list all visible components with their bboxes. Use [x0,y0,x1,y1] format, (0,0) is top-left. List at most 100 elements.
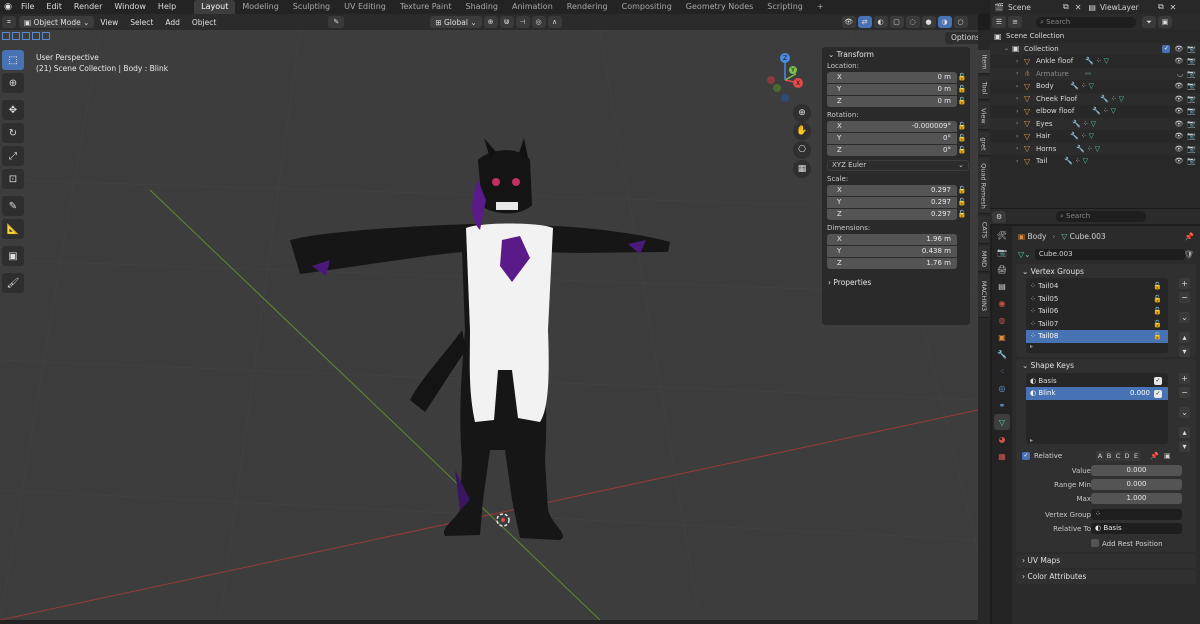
eye-icon[interactable]: 👁 [1174,157,1183,165]
visibility-toggles[interactable]: 👁 📷 [1174,120,1196,128]
list-item[interactable]: ◐ Blink 0.000 ✓ [1026,387,1168,400]
scale-tool-icon[interactable]: ⤢ [2,146,24,166]
outliner-row-scene-collection[interactable]: ▣ Scene Collection [990,30,1200,43]
viewport-menu-object[interactable]: Object [186,18,222,27]
list-item[interactable]: ⁘ Tail06 🔓 [1026,305,1168,318]
menu-edit[interactable]: Edit [40,0,68,14]
eye-icon[interactable]: 👁 [1174,145,1183,153]
lock-icon[interactable]: 🔓 [957,121,967,132]
output-tab-icon[interactable]: 🖨 [994,261,1010,277]
move-up-icon[interactable]: ▴ [1179,332,1190,343]
dimensions-x-field[interactable]: X 1.96 m [827,234,957,245]
scale-y-field[interactable]: Y 0.297 🔓 [827,197,966,208]
brush-tool-icon[interactable]: 🖌 [2,273,24,293]
checkbox-icon[interactable]: ✓ [1154,389,1162,398]
viewport-menu-select[interactable]: Select [124,18,159,27]
select-mode-extend-icon[interactable] [12,32,20,40]
outliner-row-hair[interactable]: › ▽ Hair 🔧 ⁘ ▽ 👁 📷 [990,130,1200,143]
properties-header[interactable]: › Properties [822,275,970,289]
letter-button[interactable]: D [1123,450,1131,461]
rotation-z-field[interactable]: Z 0° 🔓 [827,145,966,156]
workspace-tab-modeling[interactable]: Modeling [235,0,285,14]
outliner-row-cheek-floof[interactable]: › ▽ Cheek Floof 🔧 ⁘ ▽ 👁 📷 [990,92,1200,105]
checkbox-icon[interactable]: ✓ [1162,44,1171,53]
lock-icon[interactable]: 🔓 [957,185,967,196]
range-min-field[interactable]: 0.000 [1091,479,1182,490]
shape-key-specials-icon[interactable]: ⌄ [1179,406,1190,418]
viewport-menu-add[interactable]: Add [159,18,186,27]
visibility-icon[interactable]: 👁 [841,16,856,28]
workspace-tab-uv-editing[interactable]: UV Editing [337,0,393,14]
snap-icon[interactable]: ⋓ [499,16,514,28]
workspace-tab-shading[interactable]: Shading [458,0,505,14]
outliner-row-horns[interactable]: › ▽ Horns 🔧 ⁘ ▽ 👁 📷 [990,142,1200,155]
eye-closed-icon[interactable]: ◡ [1177,70,1183,78]
tab-gret[interactable]: gret [978,132,990,156]
shading-rendered-icon[interactable]: ○ [953,16,968,28]
falloff-icon[interactable]: ∧ [547,16,562,28]
texture-tab-icon[interactable]: ▦ [994,448,1010,464]
pin-icon[interactable]: 📌 [1185,232,1194,241]
vertex-group-specials-icon[interactable]: ⌄ [1179,312,1190,323]
blender-logo-icon[interactable]: ◉ [1,0,15,14]
workspace-tab-compositing[interactable]: Compositing [615,0,679,14]
location-y-field[interactable]: Y 0 m 🔓 [827,84,966,95]
camera-icon[interactable]: 📷 [1187,82,1196,90]
menu-help[interactable]: Help [152,0,182,14]
camera-icon[interactable]: 📷 [1187,145,1196,153]
mesh-browse-icon[interactable]: ▽⌄ [1018,250,1031,259]
value-field[interactable]: 0.000 [1091,465,1182,476]
lock-icon[interactable]: 🔓 [957,133,967,144]
eye-icon[interactable]: 👁 [1174,107,1183,115]
outliner-row-ankle-floof[interactable]: › ▽ Ankle floof 🔧 ⁘ ▽ 👁 📷 [990,55,1200,68]
visibility-toggles[interactable]: 👁 📷 [1174,145,1196,153]
snap-target-icon[interactable]: ⊣ [515,16,530,28]
move-tool-icon[interactable]: ✥ [2,100,24,120]
transform-tool-icon[interactable]: ⊡ [2,169,24,189]
tab-tool[interactable]: Tool [978,76,990,100]
list-item[interactable]: ⁘ Tail05 🔓 [1026,293,1168,306]
list-item[interactable]: ⁘ Tail08 🔓 [1026,330,1168,343]
particles-tab-icon[interactable]: ⁖ [994,363,1010,379]
lock-icon[interactable]: 🔓 [957,197,967,208]
mesh-data-tab-icon[interactable]: ▽ [994,414,1010,430]
relative-to-field[interactable]: ◐ Basis [1091,523,1182,534]
camera-icon[interactable]: ⎔ [793,141,811,159]
transform-orientation-dropdown[interactable]: ⊞ Global ⌄ [430,16,482,28]
camera-icon[interactable]: 📷 [1187,107,1196,115]
outliner-editor-type-icon[interactable]: ☰ [992,16,1006,28]
pivot-point-icon[interactable]: ⊕ [483,16,498,28]
material-tab-icon[interactable]: ◕ [994,431,1010,447]
mesh-name-field[interactable]: Cube.003 [1034,248,1185,260]
lock-icon[interactable]: 🔓 [1153,282,1162,290]
mode-dropdown[interactable]: ▣ Object Mode ⌄ [19,16,95,28]
move-up-icon[interactable]: ▴ [1179,426,1190,438]
zoom-icon[interactable]: ⊕ [793,104,811,122]
visibility-toggles[interactable]: 👁 📷 [1174,157,1196,165]
lock-icon[interactable]: 🔓 [957,96,967,107]
menu-file[interactable]: File [15,0,40,14]
transform-header[interactable]: ⌄ Transform [822,47,970,61]
list-item[interactable]: ⁘ Tail04 🔓 [1026,280,1168,293]
outliner-row-eyes[interactable]: › ▽ Eyes 🔧 ⁘ ▽ 👁 📷 [990,117,1200,130]
world-tab-icon[interactable]: ◍ [994,312,1010,328]
scene-name[interactable]: Scene [1008,3,1060,12]
tab-mmd[interactable]: MMD [978,246,990,272]
letter-button[interactable]: B [1105,450,1113,461]
tab-machin3[interactable]: MACHIN3 [978,274,990,318]
navigation-gizmo[interactable]: X Y Z [758,50,818,110]
outliner-row-tail[interactable]: › ▽ Tail 🔧 ⁘ ▽ 👁 📷 [990,155,1200,168]
workspace-tab-geometry-nodes[interactable]: Geometry Nodes [679,0,760,14]
scale-x-field[interactable]: X 0.297 🔓 [827,185,966,196]
view-layer-tab-icon[interactable]: ▤ [994,278,1010,294]
outliner-row-elbow-floof[interactable]: › ▽ elbow floof 🔧 ⁘ ▽ 👁 📷 [990,105,1200,118]
select-mode-subtract-icon[interactable] [22,32,30,40]
lock-icon[interactable]: 🔓 [1153,320,1162,328]
checkbox-icon[interactable]: ✓ [1154,376,1162,386]
visibility-toggles[interactable]: 👁 📷 [1174,132,1196,140]
list-item[interactable]: ⁘ Tail07 🔓 [1026,318,1168,331]
workspace-tab-texture-paint[interactable]: Texture Paint [393,0,459,14]
cursor-tool-icon[interactable]: ⊕ [2,73,24,93]
location-x-field[interactable]: X 0 m 🔓 [827,72,966,83]
scale-z-field[interactable]: Z 0.297 🔓 [827,209,966,220]
